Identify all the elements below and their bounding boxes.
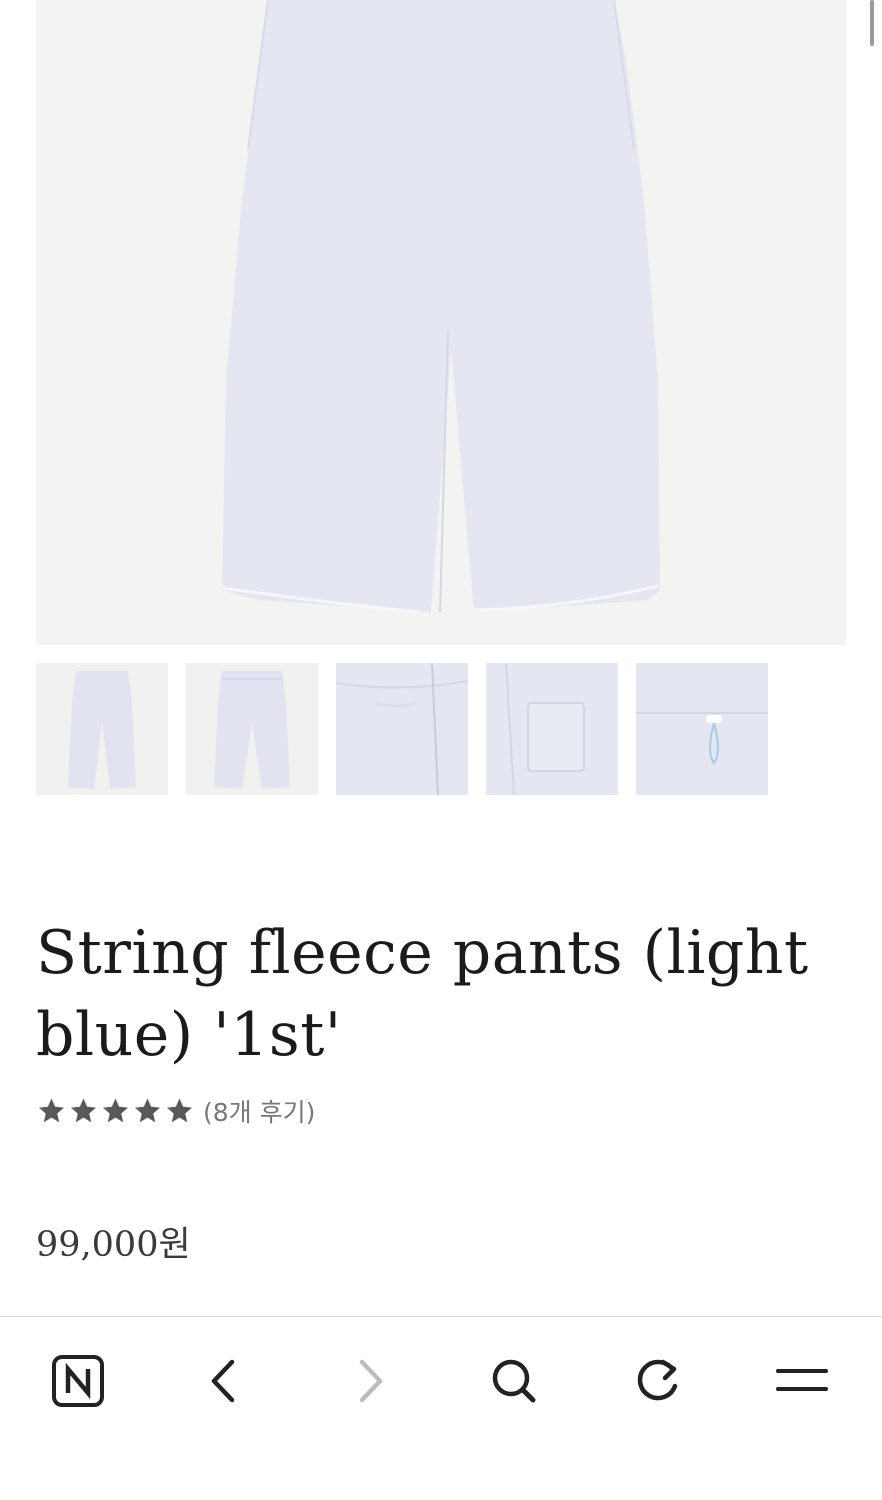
search-icon (492, 1359, 536, 1403)
page-scrollbar[interactable] (870, 0, 874, 46)
star-icon (103, 1098, 128, 1123)
menu-icon (776, 1369, 828, 1391)
forward-icon (359, 1359, 383, 1403)
back-icon (211, 1359, 235, 1403)
search-button[interactable] (474, 1341, 554, 1421)
naver-home-icon (52, 1355, 104, 1407)
browser-bottom-bar (0, 1316, 882, 1500)
thumbnail-waist-detail[interactable] (336, 663, 468, 795)
star-icon (135, 1098, 160, 1123)
product-rating[interactable]: (8개 후기) (36, 1094, 315, 1128)
thumbnail-drawstring[interactable] (636, 663, 768, 795)
thumbnail-front[interactable] (36, 663, 168, 795)
star-icon (167, 1098, 192, 1123)
review-count[interactable]: (8개 후기) (203, 1093, 315, 1129)
back-button[interactable] (184, 1341, 264, 1421)
menu-button[interactable] (762, 1341, 842, 1421)
star-icon (39, 1098, 64, 1123)
forward-button[interactable] (330, 1341, 410, 1421)
naver-home-button[interactable] (38, 1341, 118, 1421)
thumbnail-back-pocket[interactable] (486, 663, 618, 795)
thumbnail-front-2[interactable] (186, 663, 318, 795)
refresh-icon (637, 1359, 678, 1401)
product-title: String fleece pants (light blue) '1st' (36, 918, 809, 1070)
rating-stars (36, 1096, 195, 1126)
product-main-image[interactable] (36, 0, 846, 645)
product-price: 99,000원 (36, 1225, 191, 1265)
thumbnail-strip (36, 663, 768, 795)
star-icon (71, 1098, 96, 1123)
refresh-button[interactable] (618, 1341, 698, 1421)
